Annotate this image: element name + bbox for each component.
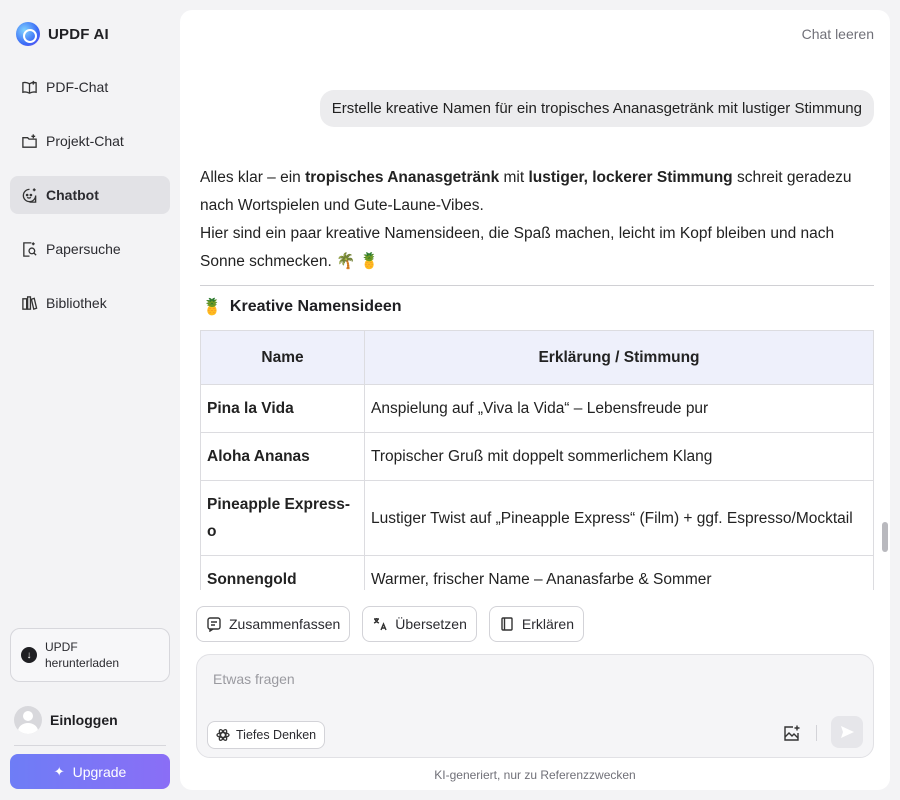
- sidebar-item-label: Projekt-Chat: [46, 133, 124, 149]
- sidebar-item-label: Chatbot: [46, 187, 99, 203]
- image-upload-button[interactable]: [779, 721, 803, 745]
- chat-input[interactable]: [213, 671, 813, 687]
- summarize-icon: [207, 617, 221, 632]
- disclaimer-note: KI-generiert, nur zu Referenzzwecken: [434, 768, 636, 782]
- assistant-answer: Alles klar – ein tropisches Ananasgeträn…: [200, 164, 874, 276]
- sidebar-item-papersuche[interactable]: Papersuche: [10, 230, 170, 268]
- summarize-button[interactable]: Zusammenfassen: [196, 606, 351, 642]
- brand[interactable]: UPDF AI: [16, 22, 109, 46]
- login-button[interactable]: Einloggen: [14, 706, 118, 734]
- upgrade-label: Upgrade: [72, 763, 127, 780]
- table-cell-desc: Warmer, frischer Name – Ananasfarbe & So…: [364, 555, 874, 590]
- updf-logo-icon: [16, 22, 40, 46]
- table-header: Name: [200, 330, 365, 385]
- divider: [200, 285, 874, 286]
- login-label: Einloggen: [50, 712, 118, 728]
- sparkle-icon: ✦: [53, 763, 65, 779]
- image-plus-icon: [783, 725, 799, 741]
- input-separator: [816, 725, 817, 741]
- sidebar-item-pdf-chat[interactable]: PDF-Chat: [10, 68, 170, 106]
- table-cell-name: Sonnengold: [200, 555, 365, 590]
- table-header: Erklärung / Stimmung: [364, 330, 874, 385]
- download-icon: ↓: [21, 647, 37, 663]
- table-row: Pina la Vida Anspielung auf „Viva la Vid…: [200, 384, 874, 433]
- sidebar-item-projekt-chat[interactable]: Projekt-Chat: [10, 122, 170, 160]
- section-heading: 🍍 Kreative Namensideen: [202, 298, 402, 316]
- table-row: Aloha Ananas Tropischer Gruß mit doppelt…: [200, 432, 874, 481]
- chat-input-box: Tiefes Denken: [196, 654, 874, 758]
- sidebar-divider: [14, 745, 166, 746]
- book-open-icon: [20, 78, 38, 96]
- sidebar-item-label: PDF-Chat: [46, 79, 109, 95]
- user-message: Erstelle kreative Namen für ein tropisch…: [319, 90, 874, 127]
- table-cell-name: Pineapple Express-o: [200, 480, 365, 556]
- explain-button[interactable]: Erklären: [488, 606, 585, 642]
- send-icon: [841, 726, 854, 738]
- table-cell-desc: Tropischer Gruß mit doppelt sommerlichem…: [364, 432, 874, 481]
- library-icon: [20, 294, 38, 312]
- translate-icon: [374, 618, 387, 631]
- table-row: Sonnengold Warmer, frischer Name – Anana…: [200, 555, 874, 590]
- table-row: Pineapple Express-o Lustiger Twist auf „…: [200, 480, 874, 556]
- chatbot-icon: [20, 186, 38, 204]
- atom-icon: [216, 729, 230, 741]
- answer-paragraph: Hier sind ein paar kreative Namensideen,…: [200, 225, 835, 270]
- pineapple-icon: 🍍: [202, 299, 222, 316]
- folder-plus-icon: [20, 132, 38, 150]
- chat-panel: Chat leeren Erstelle kreative Namen für …: [180, 10, 890, 790]
- sidebar-item-chatbot[interactable]: Chatbot: [10, 176, 170, 214]
- scrollbar-thumb[interactable]: [882, 522, 888, 552]
- sidebar-item-label: Bibliothek: [46, 295, 107, 311]
- table-cell-desc: Anspielung auf „Viva la Vida“ – Lebensfr…: [364, 384, 874, 433]
- upgrade-button[interactable]: ✦ Upgrade: [10, 754, 170, 789]
- answer-paragraph: Alles klar – ein tropisches Ananasgeträn…: [200, 169, 852, 214]
- sidebar-item-bibliothek[interactable]: Bibliothek: [10, 284, 170, 322]
- avatar: [14, 706, 42, 734]
- table-cell-desc: Lustiger Twist auf „Pineapple Express“ (…: [364, 480, 874, 556]
- quick-actions: Zusammenfassen Übersetzen Erklären: [196, 606, 585, 642]
- sidebar: UPDF AI PDF-Chat Projekt-Chat Chatbot Pa…: [0, 0, 180, 800]
- table-cell-name: Aloha Ananas: [200, 432, 365, 481]
- download-button[interactable]: ↓ UPDF herunterladen: [10, 628, 170, 682]
- sidebar-nav: PDF-Chat Projekt-Chat Chatbot Papersuche…: [10, 68, 170, 338]
- names-table: Name Erklärung / Stimmung Pina la Vida A…: [200, 330, 874, 590]
- download-label: UPDF herunterladen: [45, 640, 120, 670]
- brand-name: UPDF AI: [48, 25, 109, 43]
- table-cell-name: Pina la Vida: [200, 384, 365, 433]
- book-icon: [501, 617, 513, 631]
- send-button[interactable]: [831, 716, 863, 748]
- translate-button[interactable]: Übersetzen: [362, 606, 477, 642]
- paper-search-icon: [20, 240, 38, 258]
- deep-think-toggle[interactable]: Tiefes Denken: [207, 721, 326, 749]
- clear-chat-button[interactable]: Chat leeren: [802, 26, 874, 42]
- sidebar-item-label: Papersuche: [46, 241, 121, 257]
